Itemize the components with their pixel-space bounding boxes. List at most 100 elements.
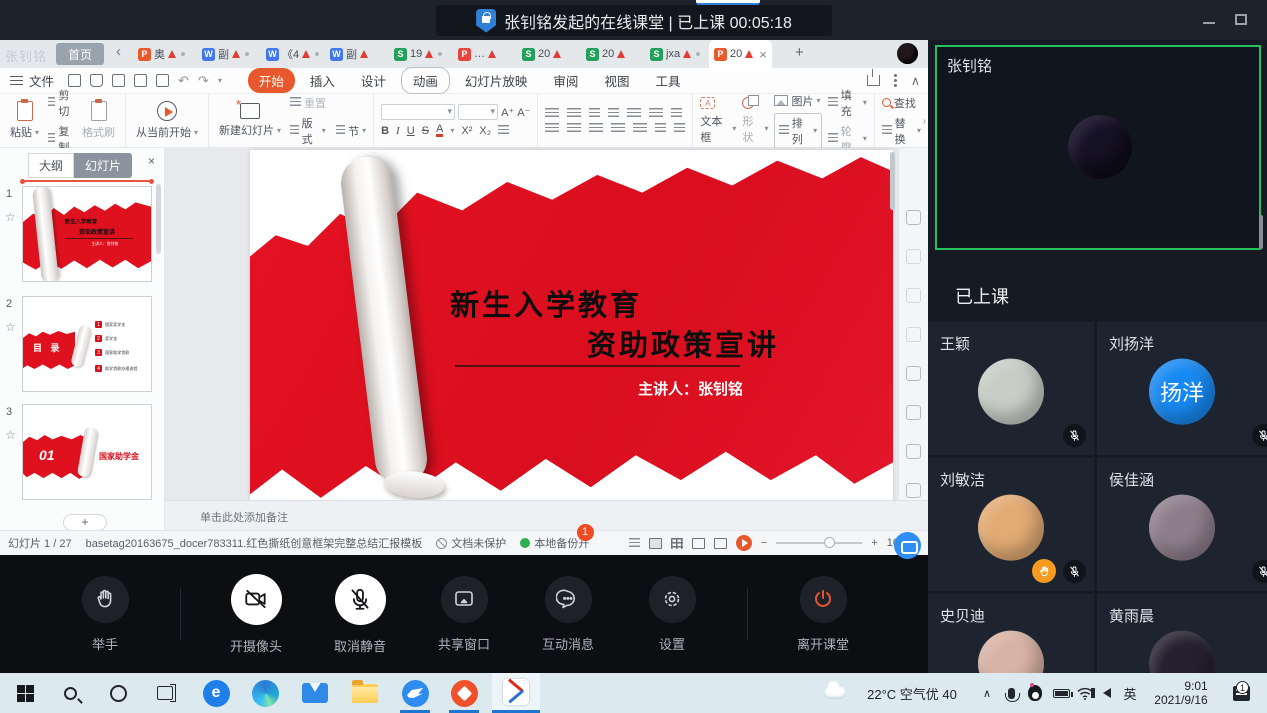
chevron-down-icon[interactable]: ▾ xyxy=(218,76,222,85)
tab-home[interactable]: 开始 xyxy=(248,68,295,93)
zoom-out-icon[interactable]: − xyxy=(761,537,767,549)
columns-icon[interactable] xyxy=(649,108,663,119)
participant-tile[interactable]: 侯佳涵 xyxy=(1097,458,1267,591)
messages-button[interactable]: 1 互动消息 xyxy=(539,576,597,653)
slide-editing-area[interactable]: 新生入学教育 资助政策宣讲 主讲人：张钊铭 xyxy=(165,148,898,530)
indent-increase-icon[interactable] xyxy=(608,108,619,119)
share-window-button[interactable]: 共享窗口 xyxy=(435,576,493,653)
open-icon[interactable] xyxy=(68,74,81,87)
minimize-button[interactable] xyxy=(1203,22,1215,24)
unmute-button[interactable]: 取消静音 xyxy=(331,574,389,655)
file-explorer-button[interactable] xyxy=(346,673,384,713)
beautify-icon[interactable] xyxy=(906,405,921,420)
font-size-select[interactable] xyxy=(458,104,498,120)
weather-text[interactable]: 22°C 空气优 40 xyxy=(852,673,972,713)
document-tab-active[interactable]: P 20 × xyxy=(709,40,772,68)
section-button[interactable]: 节 xyxy=(348,123,359,139)
collapse-ribbon-icon[interactable]: ∧ xyxy=(911,73,920,88)
weather-icon[interactable] xyxy=(820,673,850,713)
paste-button[interactable]: 粘贴▾ xyxy=(7,101,42,140)
save-icon[interactable] xyxy=(90,74,103,87)
tab-slideshow[interactable]: 幻灯片放映 xyxy=(454,68,539,93)
document-tab[interactable]: W 《4 xyxy=(261,40,324,68)
replace-button[interactable]: 替换 xyxy=(895,115,914,147)
tab-outline[interactable]: 大纲 xyxy=(28,153,74,178)
reset-button[interactable]: 重置 xyxy=(290,95,366,111)
shape-style-icon[interactable] xyxy=(906,249,921,264)
account-avatar[interactable] xyxy=(897,43,918,64)
bullets-icon[interactable] xyxy=(545,108,559,119)
font-increase-button[interactable]: A⁺ xyxy=(501,106,514,119)
slide-canvas[interactable]: 新生入学教育 资助政策宣讲 主讲人：张钊铭 xyxy=(250,150,893,505)
mail-app-button[interactable] xyxy=(296,673,334,713)
camera-on-button[interactable]: 开摄像头 xyxy=(227,574,285,655)
tray-expand-icon[interactable]: ∧ xyxy=(976,673,998,713)
align-right-icon[interactable] xyxy=(589,123,603,134)
input-language[interactable]: 英 xyxy=(1118,673,1142,713)
close-icon[interactable]: × xyxy=(759,47,767,62)
new-tab-button[interactable]: + xyxy=(795,44,804,61)
tab-view[interactable]: 视图 xyxy=(593,68,640,93)
protection-status[interactable]: 文档未保护 xyxy=(451,535,506,551)
tab-review[interactable]: 审阅 xyxy=(542,68,589,93)
cut-button[interactable]: 剪切 xyxy=(48,87,73,119)
notes-toggle-icon[interactable] xyxy=(629,538,640,549)
document-tab[interactable]: S 20 xyxy=(581,40,630,68)
classroom-app-button[interactable] xyxy=(492,673,540,713)
zoom-in-icon[interactable]: + xyxy=(871,537,877,549)
find-button[interactable]: 查找 xyxy=(894,95,916,111)
align-center-icon[interactable] xyxy=(567,123,581,134)
maximize-button[interactable] xyxy=(1235,14,1247,25)
underline-button[interactable]: U xyxy=(407,125,415,137)
cortana-button[interactable] xyxy=(100,673,136,713)
slide-thumbnail-2[interactable]: 目 录 1国家奖学金 2奖学金 3国家助学贷款 4助学贷款办理流程 xyxy=(22,296,152,392)
tab-insert[interactable]: 插入 xyxy=(299,68,346,93)
text-direction-icon[interactable] xyxy=(627,108,641,119)
leave-class-button[interactable]: 离开课堂 xyxy=(794,576,852,653)
arrange-button[interactable]: 排列 xyxy=(792,115,810,147)
document-tab[interactable]: S jxa xyxy=(645,40,705,68)
ribbon-overflow-icon[interactable]: › xyxy=(923,116,926,127)
task-view-button[interactable] xyxy=(147,673,183,713)
clock[interactable]: 9:012021/9/16 xyxy=(1146,673,1216,713)
tray-mic-icon[interactable] xyxy=(1000,673,1022,713)
tab-scroll-left-icon[interactable]: ‹ xyxy=(116,43,121,60)
numbering-icon[interactable] xyxy=(567,108,581,119)
wps-assistant-icon[interactable] xyxy=(894,532,921,559)
participant-tile[interactable]: 王颖 xyxy=(928,322,1094,455)
bold-button[interactable]: B xyxy=(381,125,389,137)
document-tab[interactable]: S 19 xyxy=(389,40,447,68)
line-spacing-icon[interactable] xyxy=(655,123,666,134)
home-button[interactable]: 首页 xyxy=(56,43,104,65)
dingtalk-app-button[interactable] xyxy=(396,673,434,713)
search-button[interactable] xyxy=(52,673,88,713)
distribute-icon[interactable] xyxy=(633,123,647,134)
document-tab[interactable]: W 副 xyxy=(197,40,254,68)
notes-bar[interactable]: 单击此处添加备注 xyxy=(165,500,928,530)
volume-icon[interactable] xyxy=(1095,673,1119,713)
play-from-current-button[interactable]: 从当前开始▾ xyxy=(133,101,201,140)
align-left-icon[interactable] xyxy=(545,123,559,134)
slide-thumbnail-1[interactable]: 新生入学教育 资助政策宣讲 主讲人：张钊铭 xyxy=(22,186,152,282)
presenter-view-icon[interactable] xyxy=(714,538,727,549)
notification-center-button[interactable]: 1 xyxy=(1226,673,1256,713)
browser-app-button[interactable]: e xyxy=(197,673,235,713)
preview-icon[interactable] xyxy=(156,74,169,87)
document-tab[interactable]: P 奥 xyxy=(133,40,190,68)
participant-tile[interactable]: 史贝迪 xyxy=(928,594,1094,673)
slide-scrollbar[interactable] xyxy=(890,152,895,210)
strikethrough-button[interactable]: S xyxy=(422,125,429,137)
tab-tools[interactable]: 工具 xyxy=(644,68,691,93)
document-tab[interactable]: P … xyxy=(453,40,501,68)
slide-thumbnail-3[interactable]: 01 国家助学金 xyxy=(22,404,152,500)
zoom-slider-knob[interactable] xyxy=(824,537,835,548)
tab-slides[interactable]: 幻灯片 xyxy=(74,153,132,178)
textbox-button[interactable]: 文本框 xyxy=(700,113,729,145)
slide-sorter-icon[interactable] xyxy=(671,538,683,549)
reading-view-icon[interactable] xyxy=(692,538,705,549)
align-text-icon[interactable] xyxy=(671,108,682,119)
participant-tile[interactable]: 刘敏洁 xyxy=(928,458,1094,591)
font-family-select[interactable] xyxy=(381,104,455,120)
properties-icon[interactable] xyxy=(906,210,921,225)
window-panel-icon[interactable] xyxy=(906,366,921,381)
